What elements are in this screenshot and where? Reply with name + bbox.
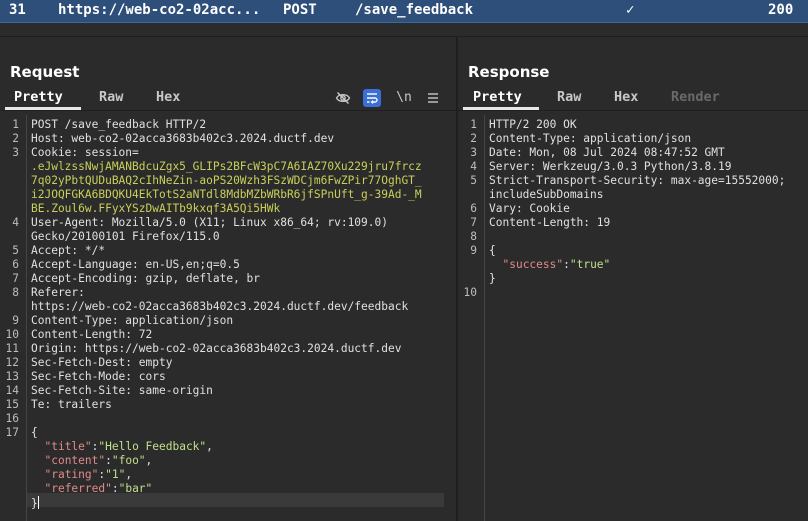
line-number: 8 — [470, 230, 477, 243]
row-url: https://web-co2-02acc... — [58, 2, 261, 18]
line-number: 17 — [5, 426, 19, 439]
line-number: 8 — [12, 286, 19, 299]
code-line: i2JOQFGKA6BDQKU4EkTotS2aNTdl8MdbMZbWRbR6… — [31, 188, 422, 201]
response-title: Response — [468, 63, 550, 81]
check-icon: ✓ — [626, 2, 635, 18]
code-line: https://web-co2-02acca3683b402c3.2024.du… — [31, 300, 409, 313]
line-number: 1 — [12, 118, 19, 131]
code-line: includeSubDomains — [489, 188, 604, 201]
tab-render[interactable]: Render — [671, 89, 720, 105]
code-line: "content":"foo", — [44, 454, 153, 467]
code-line: Date: Mon, 08 Jul 2024 08:47:52 GMT — [489, 146, 725, 159]
line-number: 7 — [470, 216, 477, 229]
line-number: 5 — [12, 244, 19, 257]
code-line: Te: trailers — [31, 398, 112, 411]
code-line: Strict-Transport-Security: max-age=15552… — [489, 174, 786, 187]
row-status: 200 — [768, 2, 794, 18]
selected-history-row[interactable]: 31 https://web-co2-02acc... POST /save_f… — [0, 0, 808, 23]
response-editor[interactable]: 1 HTTP/2 200 OK 2 Content-Type: application… — [458, 115, 808, 521]
line-number: 2 — [470, 132, 477, 145]
code-line: POST /save_feedback HTTP/2 — [31, 118, 207, 131]
line-number: 5 — [470, 174, 477, 187]
line-number: 3 — [470, 146, 477, 159]
line-number: 10 — [463, 286, 477, 299]
code-line: Sec-Fetch-Dest: empty — [31, 356, 173, 369]
code-line: Origin: https://web-co2-02acca3683b402c3… — [31, 342, 402, 355]
code-line: Content-Length: 19 — [489, 216, 611, 229]
row-method: POST — [283, 2, 317, 18]
line-number: 2 — [12, 132, 19, 145]
code-line: BE.Zoul6w.FFyxYSzDwAITb9kxqf3A5Qi5HWk — [31, 202, 281, 215]
code-line: Content-Type: application/json — [31, 314, 234, 327]
code-line: { — [489, 244, 496, 257]
line-number: 12 — [5, 356, 19, 369]
code-line: { — [31, 426, 38, 439]
line-number: 6 — [12, 258, 19, 271]
code-line: Sec-Fetch-Site: same-origin — [31, 384, 213, 397]
code-line: Accept-Encoding: gzip, deflate, br — [31, 272, 261, 285]
code-line: Referer: — [31, 286, 85, 299]
line-number: 15 — [5, 398, 19, 411]
separator — [0, 23, 808, 37]
request-tabs: Pretty Raw Hex — [0, 89, 456, 110]
menu-icon[interactable] — [424, 89, 442, 107]
tab-hex[interactable]: Hex — [156, 89, 180, 105]
line-number: 1 — [470, 118, 477, 131]
code-line: "success":"true" — [502, 258, 611, 271]
line-number: 11 — [5, 342, 19, 355]
code-line: Accept-Language: en-US,en;q=0.5 — [31, 258, 240, 271]
line-number: 14 — [5, 384, 19, 397]
eye-slash-icon[interactable] — [334, 89, 352, 107]
code-line: Cookie: session= — [31, 146, 139, 159]
tab-hex[interactable]: Hex — [614, 89, 638, 105]
code-line: } — [31, 496, 39, 510]
request-title: Request — [10, 63, 80, 81]
request-panel: Request Pretty Raw Hex \n 1 POST /save_fe… — [0, 37, 456, 521]
code-line: HTTP/2 200 OK — [489, 118, 577, 131]
code-line: Gecko/20100101 Firefox/115.0 — [31, 230, 220, 243]
request-editor[interactable]: 1 POST /save_feedback HTTP/2 2 Host: web-co… — [0, 115, 456, 521]
line-number: 3 — [12, 146, 19, 159]
line-number: 9 — [470, 244, 477, 257]
code-line: Content-Type: application/json — [489, 132, 692, 145]
line-number: 4 — [12, 216, 19, 229]
line-number: 9 — [12, 314, 19, 327]
row-id: 31 — [9, 2, 26, 18]
wrap-icon[interactable] — [363, 89, 381, 107]
line-number: 7 — [12, 272, 19, 285]
code-line: } — [489, 272, 496, 285]
code-line: Server: Werkzeug/3.0.3 Python/3.8.19 — [489, 160, 732, 173]
line-number: 16 — [5, 412, 19, 425]
line-number: 6 — [470, 202, 477, 215]
response-tabs: Pretty Raw Hex Render — [458, 89, 808, 110]
line-number: 4 — [470, 160, 477, 173]
code-line: User-Agent: Mozilla/5.0 (X11; Linux x86_… — [31, 216, 388, 229]
line-number: 13 — [5, 370, 19, 383]
tab-pretty[interactable]: Pretty — [473, 89, 522, 105]
code-line: 7q02yPbtQUDuBAQ2cIhNeZin-aoPS20Wzh3FSzWD… — [31, 174, 422, 187]
tab-raw[interactable]: Raw — [557, 89, 581, 105]
code-line: Sec-Fetch-Mode: cors — [31, 370, 166, 383]
tab-raw[interactable]: Raw — [99, 89, 123, 105]
code-line: "title":"Hello Feedback", — [44, 440, 213, 453]
newline-icon[interactable]: \n — [395, 89, 413, 107]
code-line: Host: web-co2-02acca3683b402c3.2024.duct… — [31, 132, 335, 145]
code-line: Content-Length: 72 — [31, 328, 153, 341]
code-line: "rating":"1", — [44, 468, 133, 481]
code-line: "referred":"bar" — [44, 482, 153, 495]
code-line: Accept: */* — [31, 244, 106, 257]
text-cursor — [37, 496, 39, 509]
code-line: .eJwlzssNwjAMANBdcuZgx5_GLIPs2BFcW3pC7A6… — [31, 160, 422, 173]
row-path: /save_feedback — [355, 2, 474, 18]
response-panel: Response Pretty Raw Hex Render 1 HTTP/2 2… — [458, 37, 808, 521]
tab-separator — [0, 110, 456, 111]
tab-pretty[interactable]: Pretty — [14, 89, 63, 105]
code-line: Vary: Cookie — [489, 202, 570, 215]
line-number: 10 — [5, 328, 19, 341]
tab-separator — [458, 110, 808, 111]
